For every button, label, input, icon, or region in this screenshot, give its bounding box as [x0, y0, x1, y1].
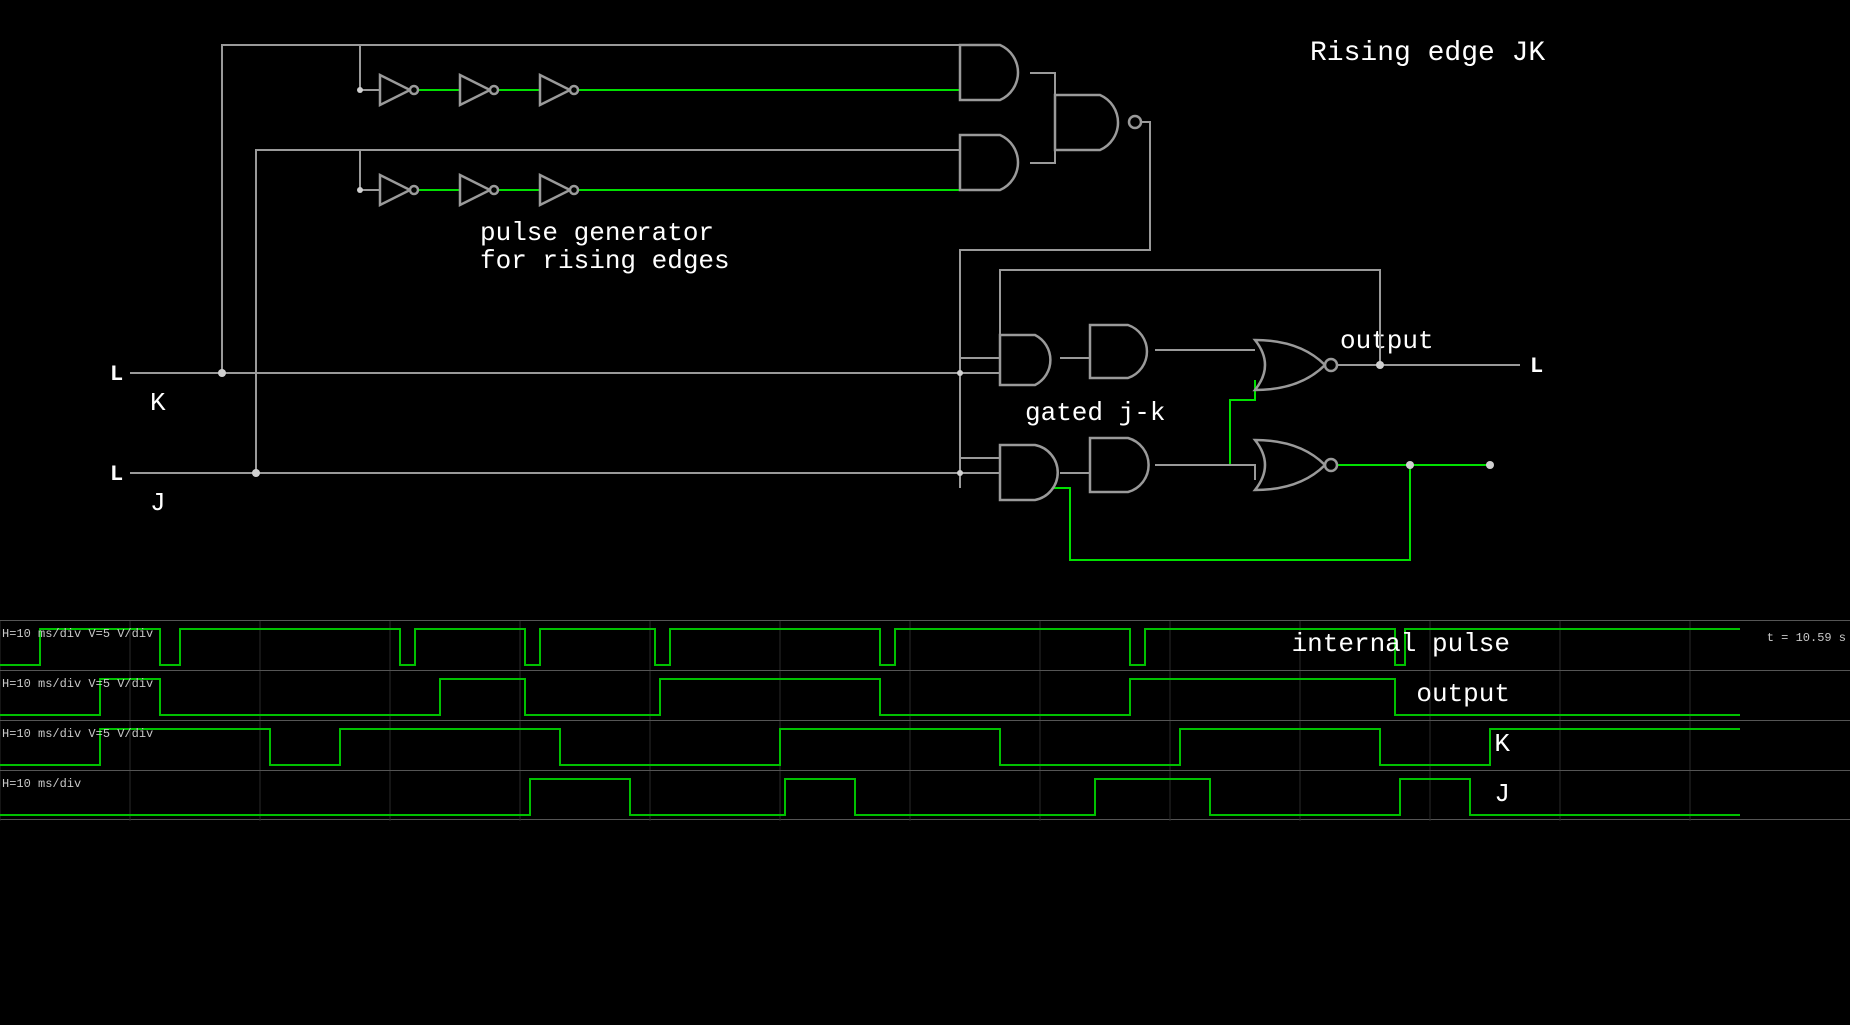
scope-trace-label: internal pulse [1292, 629, 1510, 659]
nand-gate-icon [1055, 95, 1141, 150]
node [218, 369, 226, 377]
inverter-icon [540, 75, 578, 105]
wire-j-to-buf [360, 150, 380, 190]
and-gate-icon [1000, 335, 1050, 385]
pulse-gen-label-1: pulse generator [480, 218, 714, 248]
wire-buf-t3 [575, 80, 960, 90]
wire-buf-b3 [575, 175, 960, 190]
input-j-label: J [150, 488, 166, 518]
circuit-svg: Rising edge JK L K L J output L pulse ge… [0, 0, 1850, 620]
wire-k-branch-up [222, 45, 360, 373]
inverter-icon [540, 175, 578, 205]
nor-gate-icon [1255, 440, 1337, 490]
nor-gate-icon [1255, 340, 1337, 390]
scope-trace-label: K [1494, 729, 1510, 759]
scope-scale-text: H=10 ms/div [2, 777, 81, 791]
oscilloscope-panel[interactable]: H=10 ms/div V=5 V/div internal pulse t =… [0, 620, 1850, 820]
scope-scale-text: H=10 ms/div V=5 V/div [2, 677, 153, 691]
wire-j-branch-up [256, 150, 360, 473]
inverter-icon [460, 75, 498, 105]
scope-trace-row[interactable]: H=10 ms/div V=5 V/div K [0, 720, 1850, 770]
and-gate-icon [1000, 445, 1058, 500]
scope-trace-row[interactable]: H=10 ms/div J [0, 770, 1850, 820]
circuit-canvas[interactable]: Rising edge JK L K L J output L pulse ge… [0, 0, 1850, 620]
scope-time-cursor: t = 10.59 s [1767, 631, 1846, 645]
input-k-label: K [150, 388, 166, 418]
scope-trace-label: J [1494, 779, 1510, 809]
node [357, 87, 363, 93]
output-state: L [1530, 354, 1543, 379]
input-j-state: L [110, 462, 123, 487]
node [957, 470, 963, 476]
node [357, 187, 363, 193]
input-k-state: L [110, 362, 123, 387]
wire-fb-bottom [1000, 465, 1410, 560]
pulse-gen-label-2: for rising edges [480, 246, 730, 276]
and-gate-icon [960, 135, 1018, 190]
scope-waveform [0, 771, 1740, 821]
wire-k-to-buf [360, 45, 380, 90]
node [957, 370, 963, 376]
wire-to-nor1-fb [1155, 380, 1255, 465]
title-text: Rising edge JK [1310, 38, 1545, 69]
node [252, 469, 260, 477]
scope-trace-row[interactable]: H=10 ms/div V=5 V/div output [0, 670, 1850, 720]
scope-trace-label: output [1416, 679, 1510, 709]
node [1486, 461, 1494, 469]
wire-k-and-top [360, 45, 960, 65]
output-label: output [1340, 326, 1434, 356]
scope-scale-text: H=10 ms/div V=5 V/div [2, 627, 153, 641]
scope-trace-row[interactable]: H=10 ms/div V=5 V/div internal pulse t =… [0, 620, 1850, 670]
gated-jk-label: gated j-k [1025, 398, 1165, 428]
wire-nand-top-out [1030, 73, 1055, 110]
node [1406, 461, 1414, 469]
and-gate-icon [1090, 325, 1147, 378]
scope-waveform [0, 721, 1740, 771]
wire-nand-bot-out [1030, 135, 1055, 163]
inverter-icon [380, 175, 418, 205]
inverter-icon [460, 175, 498, 205]
and-gate-icon [960, 45, 1018, 100]
scope-scale-text: H=10 ms/div V=5 V/div [2, 727, 153, 741]
and-gate-icon [1090, 438, 1149, 492]
wire-fb-top2 [1000, 270, 1070, 343]
inverter-icon [380, 75, 418, 105]
node [1376, 361, 1384, 369]
wire-to-nor2 [1155, 465, 1255, 480]
